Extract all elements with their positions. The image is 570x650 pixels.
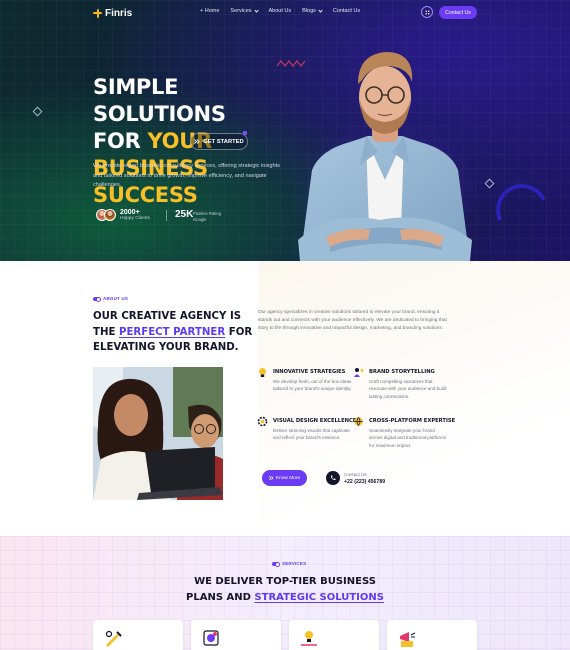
grid-dots-icon [424,9,430,15]
platform-globe-icon [354,417,363,427]
phone-call-button[interactable] [326,471,340,485]
idea-presentation-icon [301,631,317,646]
design-tablet-icon [203,630,219,646]
stat-clients-value: 2000+ [120,209,140,216]
nav-blogs[interactable]: Blogs [302,7,323,14]
contact-phone-number[interactable]: +22 (223) 456789 [344,479,385,485]
service-card[interactable] [93,620,183,650]
toggle-dot-icon [272,561,280,567]
nav-services[interactable]: Services [230,7,259,14]
header-contact-button[interactable]: Contact Us [439,6,477,19]
stat-rating-label: Positive Rating [193,211,221,216]
client-avatars [96,209,118,221]
nav-contact[interactable]: Contact Us [333,8,360,14]
sparkle-icon [484,178,492,186]
logo-text: Finris [105,7,133,19]
know-more-button[interactable]: Know More [262,470,307,486]
stat-rating-value: 25K [175,209,194,220]
hero-description: We provide expert business consultancy s… [93,163,280,189]
about-team-photo [93,367,223,500]
nav-about[interactable]: About Us [269,8,292,14]
stat-divider [166,210,167,221]
chevron-down-icon [318,7,323,13]
services-title: WE DELIVER TOP-TIER BUSINESS PLANS AND S… [186,576,384,603]
nav-home[interactable]: + Home [200,8,219,14]
logo-plus-icon [93,8,102,18]
stat-rating-source: Google [193,217,207,222]
service-card[interactable] [387,620,477,650]
lightbulb-strategy-icon [259,368,266,377]
hero-section: Finris + Home Services About Us Blogs Co… [0,0,570,261]
stat-clients-label: Happy Clients [120,216,150,221]
about-title: OUR CREATIVE AGENCY IS THE PERFECT PARTN… [93,311,253,353]
chevron-down-icon [253,7,259,13]
service-card[interactable] [289,620,379,650]
megaphone-person-icon [354,368,363,377]
about-section [0,261,570,536]
toggle-dot-icon [93,296,101,302]
megaphone-box-icon [400,632,416,647]
about-description: Our agency specializes in creative solut… [258,310,447,331]
logo[interactable]: Finris [93,6,132,20]
service-card[interactable] [191,620,281,650]
get-started-button[interactable]: GET STARTED [190,133,248,150]
menu-grid-button[interactable] [421,6,433,18]
contact-label: Contact Us [344,472,367,477]
hero-person-image [290,52,480,261]
accent-dot [243,131,247,135]
tools-pen-icon [105,630,122,647]
phone-icon [331,475,336,481]
about-tag: About Us [93,296,128,302]
sparkle-icon [32,106,40,114]
double-chevron-right-icon [268,476,274,480]
double-chevron-right-icon [194,139,200,144]
services-tag: Services [272,561,306,567]
main-nav: + Home Services About Us Blogs Contact U… [200,7,360,14]
avatar [104,209,116,221]
design-gear-icon [257,416,268,427]
